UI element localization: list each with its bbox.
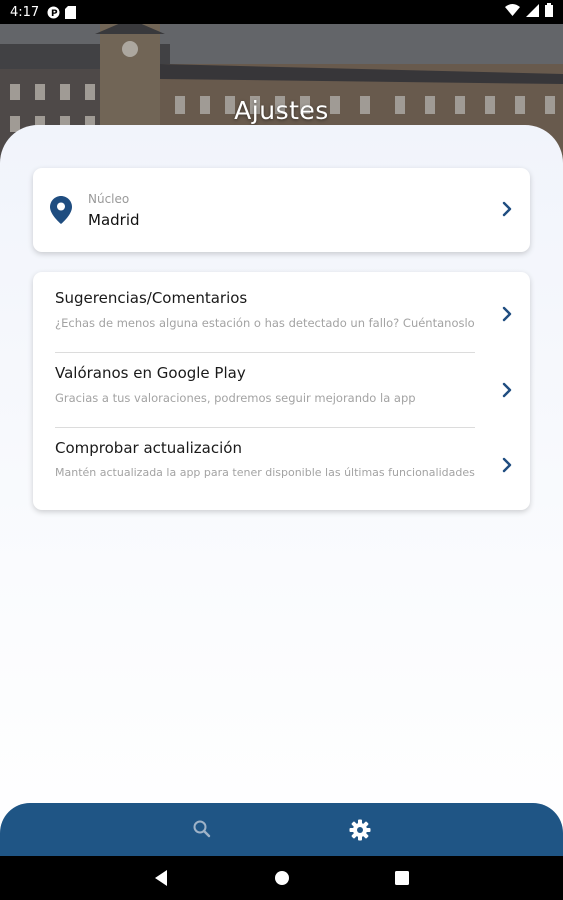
options-card: Sugerencias/Comentarios ¿Echas de menos … (33, 272, 530, 510)
option-title: Sugerencias/Comentarios (55, 289, 248, 307)
chevron-right-icon (502, 306, 512, 326)
search-icon[interactable] (192, 819, 212, 843)
nucleo-label: Núcleo (88, 192, 130, 206)
wifi-icon (505, 4, 520, 20)
chevron-right-icon (502, 201, 512, 221)
recents-icon[interactable] (394, 869, 410, 891)
option-feedback[interactable]: Sugerencias/Comentarios ¿Echas de menos … (33, 272, 530, 348)
chevron-right-icon (502, 382, 512, 402)
page-title: Ajustes (234, 96, 329, 125)
option-subtitle: Mantén actualizada la app para tener dis… (55, 466, 475, 479)
p-icon: P (47, 6, 60, 19)
settings-icon[interactable] (349, 819, 371, 845)
option-subtitle: Gracias a tus valoraciones, podremos seg… (55, 391, 416, 405)
option-subtitle: ¿Echas de menos alguna estación o has de… (55, 316, 475, 330)
nucleo-selector[interactable]: Núcleo Madrid (33, 168, 530, 252)
back-icon[interactable] (153, 869, 169, 891)
option-title: Comprobar actualización (55, 439, 242, 457)
option-rate-app[interactable]: Valóranos en Google Play Gracias a tus v… (33, 352, 530, 428)
location-pin-icon (50, 196, 72, 228)
signal-icon (526, 3, 539, 21)
svg-text:P: P (51, 9, 58, 19)
nucleo-value: Madrid (88, 211, 140, 229)
status-time: 4:17 (10, 4, 40, 20)
system-navigation-bar (0, 856, 563, 900)
chevron-right-icon (502, 457, 512, 477)
status-bar: 4:17 P (0, 0, 563, 24)
battery-icon (545, 3, 553, 21)
bottom-navigation (0, 803, 563, 863)
option-check-update[interactable]: Comprobar actualización Mantén actualiza… (33, 427, 530, 503)
option-title: Valóranos en Google Play (55, 364, 246, 382)
home-icon[interactable] (274, 869, 290, 891)
sd-card-icon (65, 5, 77, 19)
